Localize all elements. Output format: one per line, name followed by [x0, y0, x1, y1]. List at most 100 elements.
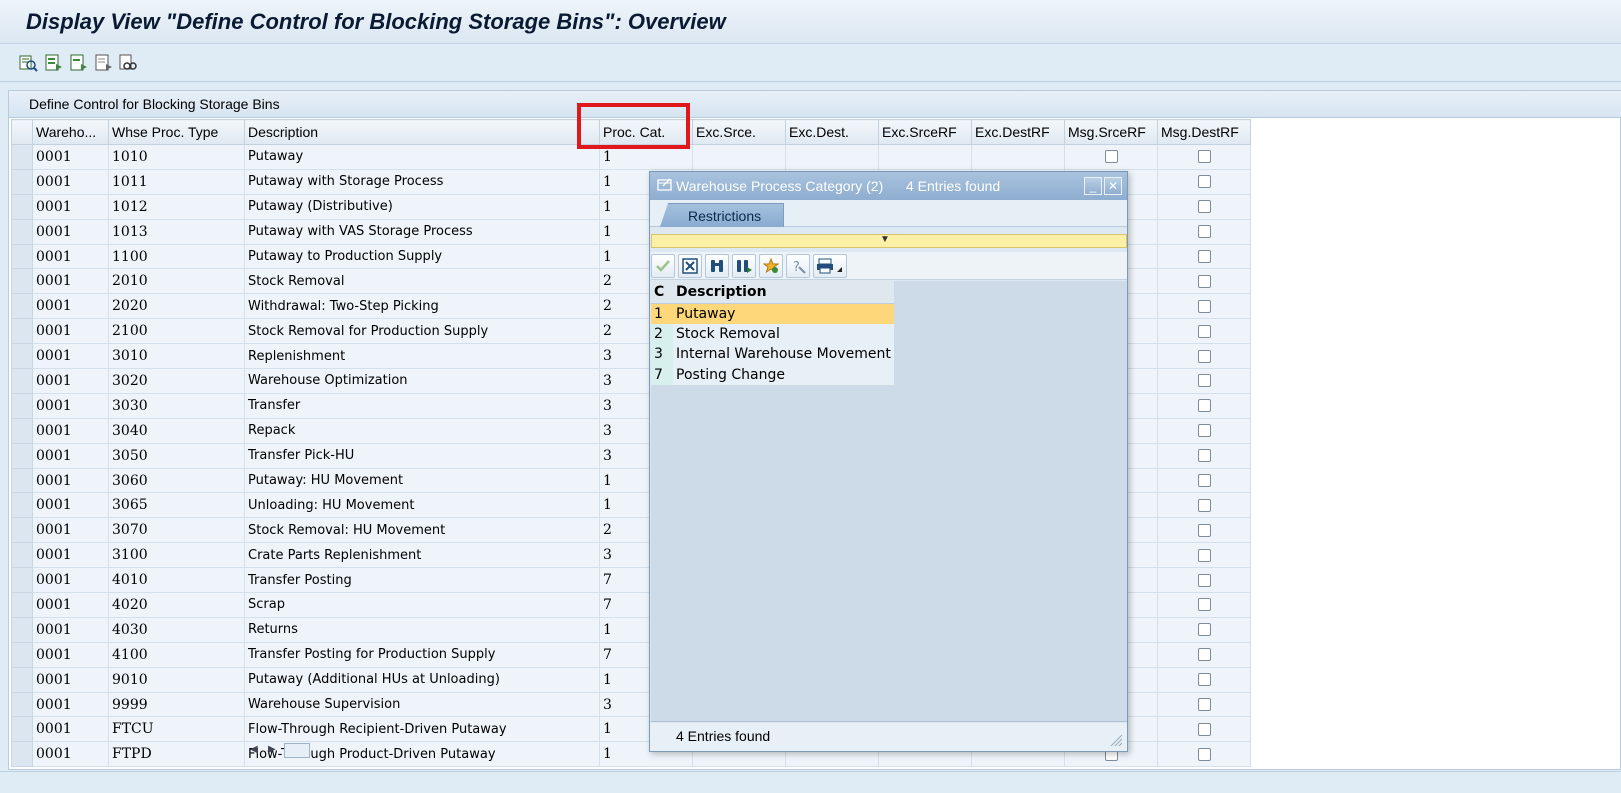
row-selector[interactable]	[11, 168, 33, 195]
cell-description[interactable]: Warehouse Optimization	[244, 368, 600, 394]
find-button[interactable]	[705, 254, 729, 278]
help-button[interactable]: ?	[786, 254, 810, 278]
find-icon[interactable]	[118, 53, 138, 73]
checkbox[interactable]	[1197, 424, 1211, 438]
checkbox[interactable]	[1197, 449, 1211, 463]
cell-proc-type[interactable]: 2020	[108, 293, 245, 320]
cell-proc-type[interactable]: 4010	[108, 567, 245, 594]
row-selector[interactable]	[11, 592, 33, 618]
cell-warehouse[interactable]: 0001	[32, 392, 109, 419]
column-header-exc-srce-rf[interactable]: Exc.SrceRF	[878, 119, 972, 145]
cell-warehouse[interactable]: 0001	[32, 592, 109, 618]
row-selector[interactable]	[11, 368, 33, 394]
row-selector[interactable]	[11, 268, 33, 295]
close-button[interactable]: ✕	[1104, 177, 1122, 195]
cell-description[interactable]: Warehouse Supervision	[244, 691, 600, 718]
cell-proc-type[interactable]: 4030	[108, 616, 245, 643]
cell-warehouse[interactable]: 0001	[32, 144, 109, 170]
column-header-description[interactable]: Description	[673, 281, 894, 304]
resize-grip-icon[interactable]	[1107, 731, 1123, 747]
row-selector[interactable]	[11, 392, 33, 419]
row-selector[interactable]	[11, 318, 33, 345]
row-selector[interactable]	[11, 293, 33, 320]
row-selector[interactable]	[11, 616, 33, 643]
cell-warehouse[interactable]: 0001	[32, 293, 109, 320]
cell-description[interactable]: Returns	[244, 616, 600, 643]
checkbox[interactable]	[1197, 200, 1211, 214]
cell-proc-type[interactable]: 3040	[108, 417, 245, 444]
checkbox[interactable]	[1197, 623, 1211, 637]
print-button[interactable]	[813, 254, 847, 278]
column-header-exc-dest[interactable]: Exc.Dest.	[785, 119, 879, 145]
cell-proc-type[interactable]: 4020	[108, 592, 245, 618]
details-icon[interactable]	[18, 53, 38, 73]
cell-description[interactable]: Stock Removal for Production Supply	[244, 318, 600, 345]
select-block-icon[interactable]	[68, 53, 88, 73]
cell-warehouse[interactable]: 0001	[32, 442, 109, 469]
cell-warehouse[interactable]: 0001	[32, 168, 109, 195]
cell-description[interactable]: Putaway (Distributive)	[244, 193, 600, 220]
row-selector[interactable]	[11, 144, 33, 170]
list-item[interactable]: 1 Putaway	[651, 303, 894, 324]
cell-warehouse[interactable]: 0001	[32, 417, 109, 444]
column-header-exc-dest-rf[interactable]: Exc.DestRF	[971, 119, 1065, 145]
scroll-thumb[interactable]	[284, 743, 310, 758]
row-selector[interactable]	[11, 218, 33, 245]
horizontal-scroll[interactable]: ◀ ▶	[244, 742, 314, 760]
cell-description[interactable]: Transfer Posting for Production Supply	[244, 641, 600, 668]
cell-warehouse[interactable]: 0001	[32, 218, 109, 245]
cell-warehouse[interactable]: 0001	[32, 567, 109, 594]
checkbox[interactable]	[1197, 399, 1211, 413]
checkbox[interactable]	[1197, 598, 1211, 612]
cell-warehouse[interactable]: 0001	[32, 691, 109, 718]
row-selector[interactable]	[11, 417, 33, 444]
cell-description[interactable]: Replenishment	[244, 343, 600, 370]
row-selector[interactable]	[11, 691, 33, 718]
cell-warehouse[interactable]: 0001	[32, 193, 109, 220]
checkbox[interactable]	[1197, 673, 1211, 687]
column-header-proc-cat[interactable]: Proc. Cat.	[599, 119, 693, 145]
row-selector[interactable]	[11, 641, 33, 668]
tab-restrictions[interactable]: Restrictions	[660, 203, 784, 227]
cell-description[interactable]: Repack	[244, 417, 600, 444]
cell-warehouse[interactable]: 0001	[32, 616, 109, 643]
expand-arrow-icon[interactable]: ▼	[880, 234, 890, 245]
checkbox[interactable]	[1197, 324, 1211, 338]
row-selector[interactable]	[11, 741, 33, 768]
column-header-description[interactable]: Description	[244, 119, 600, 145]
scroll-right-icon[interactable]: ▶	[268, 744, 276, 755]
checkbox[interactable]	[1197, 573, 1211, 587]
cell-proc-type[interactable]: 2100	[108, 318, 245, 345]
row-selector[interactable]	[11, 716, 33, 743]
row-selector[interactable]	[11, 567, 33, 594]
cell-proc-type[interactable]: 1100	[108, 243, 245, 270]
cell-description[interactable]: Putaway with Storage Process	[244, 168, 600, 195]
cell-proc-type[interactable]: 3020	[108, 368, 245, 394]
cell-description[interactable]: Putaway	[244, 144, 600, 170]
column-header-proc-type[interactable]: Whse Proc. Type	[108, 119, 245, 145]
checkbox[interactable]	[1197, 175, 1211, 189]
cell-warehouse[interactable]: 0001	[32, 517, 109, 544]
confirm-button[interactable]	[651, 254, 675, 278]
find-next-button[interactable]	[732, 254, 756, 278]
cell-description[interactable]: Unloading: HU Movement	[244, 492, 600, 519]
checkbox[interactable]	[1197, 374, 1211, 388]
row-selector[interactable]	[11, 343, 33, 370]
cell-proc-type[interactable]: 3065	[108, 492, 245, 519]
column-header-msg-srce-rf[interactable]: Msg.SrceRF	[1064, 119, 1158, 145]
list-item[interactable]: 7 Posting Change	[651, 364, 894, 385]
checkbox[interactable]	[1197, 274, 1211, 288]
cell-proc-type[interactable]: 1011	[108, 168, 245, 195]
cell-description[interactable]: Transfer Pick-HU	[244, 442, 600, 469]
cell-warehouse[interactable]: 0001	[32, 641, 109, 668]
checkbox[interactable]	[1197, 349, 1211, 363]
add-favorite-button[interactable]	[759, 254, 783, 278]
row-selector[interactable]	[11, 243, 33, 270]
cell-warehouse[interactable]: 0001	[32, 343, 109, 370]
cell-proc-type[interactable]: 3070	[108, 517, 245, 544]
cell-warehouse[interactable]: 0001	[32, 243, 109, 270]
cell-description[interactable]: Putaway with VAS Storage Process	[244, 218, 600, 245]
checkbox[interactable]	[1197, 150, 1211, 164]
cell-description[interactable]: Withdrawal: Two-Step Picking	[244, 293, 600, 320]
row-selector[interactable]	[11, 517, 33, 544]
